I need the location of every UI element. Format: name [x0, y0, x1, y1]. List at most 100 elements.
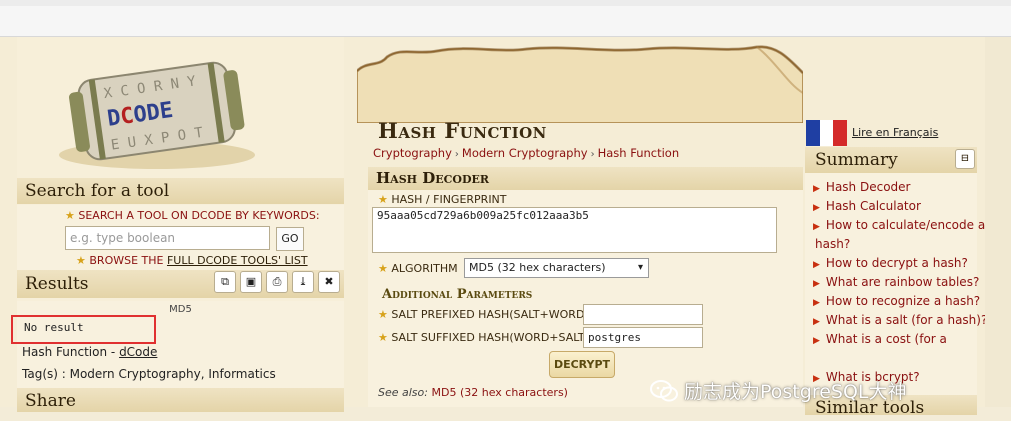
page-title: Hash Function — [378, 118, 547, 143]
star-icon: ★ — [378, 308, 388, 321]
search-input[interactable]: e.g. type boolean — [65, 226, 270, 250]
star-icon: ★ — [378, 193, 388, 206]
hash-textarea[interactable]: 95aaa05cd729a6b009a25fc012aaa3b5 — [372, 207, 777, 253]
save-icon[interactable]: ▣ — [240, 271, 262, 293]
summary-item-label: Hash Decoder — [825, 180, 911, 194]
salt-suffixed-input[interactable]: postgres — [583, 327, 703, 348]
browse-tools-line: ★ BROWSE THE FULL DCODE TOOLS' LIST — [76, 254, 308, 267]
browser-toolbar — [0, 0, 1011, 37]
breadcrumb: Cryptography › Modern Cryptography › Hash Fu… — [373, 146, 679, 160]
summary-item[interactable]: ▶ How to decrypt a hash? — [813, 256, 968, 270]
salt-suffixed-label: ★ SALT SUFFIXED HASH(WORD+SALT) — [378, 331, 589, 344]
star-icon: ★ — [378, 262, 388, 275]
bullet-icon: ▶ — [813, 203, 820, 213]
left-column: X C O R N Y DCODE E U X P O T Search for… — [11, 37, 344, 412]
salt-prefixed-input[interactable] — [583, 304, 703, 325]
salt-prefixed-label: ★ SALT PREFIXED HASH(SALT+WORD) — [378, 308, 589, 321]
salt-prefixed-label-text: SALT PREFIXED HASH(SALT+WORD) — [391, 308, 589, 321]
close-icon[interactable]: ✖ — [318, 271, 340, 293]
bullet-icon: ▶ — [813, 317, 820, 327]
dcode-link[interactable]: dCode — [119, 345, 157, 359]
summary-item-label: What is a cost (for a — [825, 332, 947, 346]
breadcrumb-hash-function[interactable]: Hash Function — [598, 146, 680, 160]
bullet-icon: ▶ — [813, 184, 820, 194]
copy-icon[interactable]: ⧉ — [214, 271, 236, 293]
parchment-banner — [357, 45, 803, 123]
salt-suffixed-label-text: SALT SUFFIXED HASH(WORD+SALT) — [391, 331, 589, 344]
summary-item-label: How to calculate/encode a — [825, 218, 986, 232]
summary-heading: Summary ⊟ — [805, 147, 977, 173]
summary-item[interactable]: ▶ How to recognize a hash? — [813, 294, 980, 308]
print-icon[interactable]: ⎙ — [266, 271, 288, 293]
algorithm-select[interactable]: MD5 (32 hex characters) ▾ — [464, 258, 649, 278]
star-icon: ★ — [76, 254, 86, 267]
search-prompt-text: SEARCH A TOOL ON DCODE BY KEYWORDS: — [78, 209, 320, 222]
search-panel-heading: Search for a tool — [17, 178, 344, 204]
share-panel-heading: Share — [17, 388, 344, 412]
breadcrumb-separator-icon: › — [590, 149, 595, 160]
summary-item[interactable]: ▶ What is a salt (for a hash)? — [813, 313, 987, 327]
breadcrumb-cryptography[interactable]: Cryptography — [373, 146, 452, 160]
decrypt-button[interactable]: DECRYPT — [549, 351, 615, 378]
summary-item[interactable]: ▶ Hash Decoder — [813, 180, 910, 194]
watermark-text: 励志成为PostgreSQL大神 — [684, 381, 907, 403]
download-icon[interactable]: ⤓ — [292, 271, 314, 293]
results-heading-text: Results — [25, 274, 89, 294]
dcode-page: X C O R N Y DCODE E U X P O T Search for… — [0, 37, 1011, 418]
summary-item-continuation[interactable]: hash? — [815, 237, 850, 251]
summary-item-label: How to recognize a hash? — [825, 294, 981, 308]
summary-heading-text: Summary — [815, 150, 898, 170]
summary-item[interactable]: ▶ What are rainbow tables? — [813, 275, 979, 289]
chevron-down-icon: ▾ — [637, 262, 643, 273]
bullet-icon: ▶ — [813, 260, 820, 270]
browse-prefix: BROWSE THE — [89, 254, 167, 267]
bullet-icon: ▶ — [813, 336, 820, 346]
bullet-icon: ▶ — [813, 298, 820, 308]
algorithm-selected: MD5 (32 hex characters) — [469, 261, 606, 274]
right-column: Lire en Français Summary ⊟ ▶ Hash Decoder … — [805, 37, 987, 418]
summary-item-label: How to decrypt a hash? — [825, 256, 968, 270]
full-tools-list-link[interactable]: FULL DCODE TOOLS' LIST — [167, 254, 308, 267]
wechat-watermark: 励志成为PostgreSQL大神 — [650, 377, 907, 404]
result-type-label: MD5 — [169, 304, 192, 315]
breadcrumb-modern-cryptography[interactable]: Modern Cryptography — [462, 146, 588, 160]
additional-parameters-heading: Additional Parameters — [382, 287, 533, 302]
hash-decoder-panel: Hash Decoder ★ HASH / FINGERPRINT 95aaa0… — [368, 167, 803, 407]
french-flag-icon[interactable] — [806, 120, 848, 146]
source-prefix: Hash Function - — [22, 345, 120, 359]
summary-item-label: Hash Calculator — [825, 199, 921, 213]
page-margin — [985, 37, 1011, 407]
result-value[interactable]: No result — [24, 321, 84, 334]
summary-item-label: What are rainbow tables? — [825, 275, 980, 289]
breadcrumb-separator-icon: › — [454, 149, 459, 160]
summary-item[interactable]: ▶ What is a cost (for a — [813, 332, 947, 346]
search-prompt: ★ SEARCH A TOOL ON DCODE BY KEYWORDS: — [65, 209, 320, 222]
hash-label-text: HASH / FINGERPRINT — [391, 193, 507, 206]
results-panel-heading: Results ⧉ ▣ ⎙ ⤓ ✖ — [17, 270, 344, 298]
bullet-icon: ▶ — [813, 222, 820, 232]
summary-item-label: What is a salt (for a hash)? — [825, 313, 988, 327]
search-panel: ★ SEARCH A TOOL ON DCODE BY KEYWORDS: e.… — [17, 205, 344, 271]
go-button[interactable]: GO — [276, 227, 304, 251]
bullet-icon: ▶ — [813, 279, 820, 289]
browser-tab-strip — [0, 0, 1011, 6]
result-source: Hash Function - dCode — [22, 345, 157, 359]
star-icon: ★ — [65, 209, 75, 222]
hash-decoder-heading: Hash Decoder — [368, 167, 803, 190]
language-link[interactable]: Lire en Français — [852, 126, 938, 139]
algorithm-label: ★ ALGORITHM — [378, 262, 458, 275]
wechat-icon — [650, 379, 678, 401]
summary-item[interactable]: ▶ Hash Calculator — [813, 199, 921, 213]
dcode-logo[interactable]: X C O R N Y DCODE E U X P O T — [52, 43, 262, 178]
star-icon: ★ — [378, 331, 388, 344]
see-also: See also: MD5 (32 hex characters) — [378, 386, 568, 399]
collapse-icon[interactable]: ⊟ — [955, 149, 975, 169]
see-also-link[interactable]: MD5 (32 hex characters) — [431, 386, 568, 399]
results-toolbar: ⧉ ▣ ⎙ ⤓ ✖ — [214, 271, 340, 293]
algorithm-label-text: ALGORITHM — [391, 262, 458, 275]
summary-item[interactable]: ▶ How to calculate/encode a — [813, 218, 985, 232]
summary-panel: Summary ⊟ ▶ Hash Decoder ▶ Hash Calculator … — [805, 147, 987, 407]
see-also-prefix: See also: — [378, 386, 432, 399]
result-tags: Tag(s) : Modern Cryptography, Informatic… — [22, 367, 276, 381]
hash-field-label: ★ HASH / FINGERPRINT — [378, 193, 507, 206]
